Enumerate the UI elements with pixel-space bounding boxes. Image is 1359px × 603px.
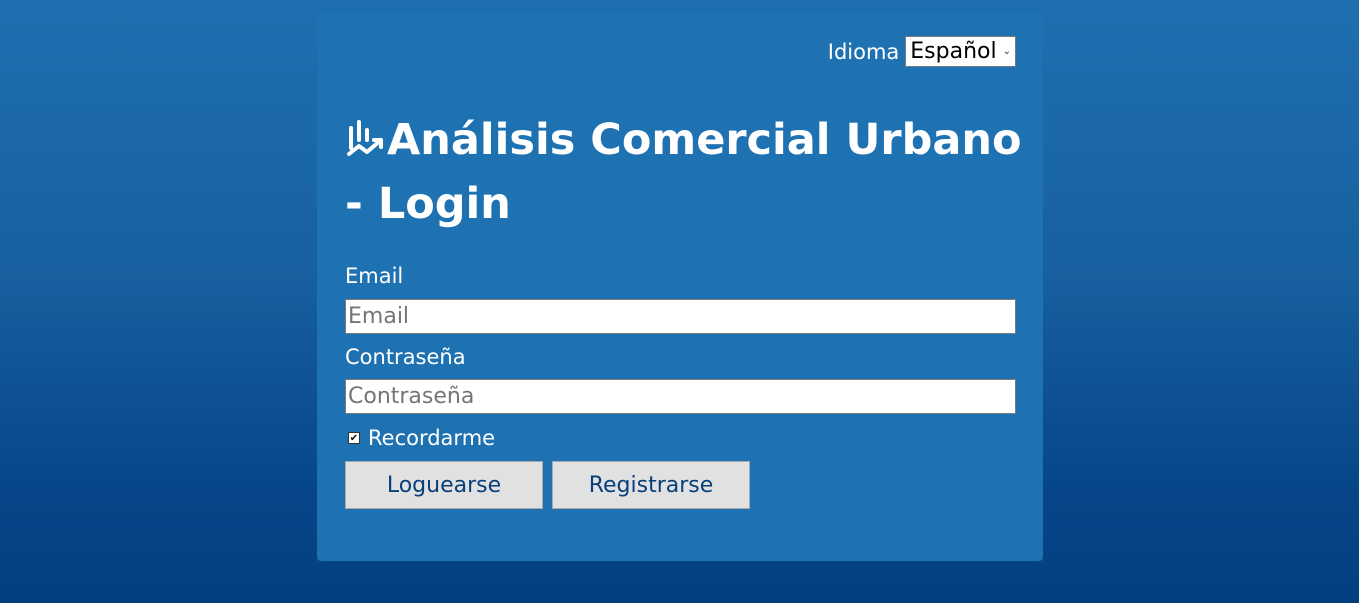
language-selector-row: Idioma Español ⌄ [828, 36, 1016, 67]
language-select-value: Español [910, 39, 997, 64]
email-field[interactable] [345, 299, 1016, 334]
login-button[interactable]: Loguearse [345, 461, 543, 509]
remember-me-row: ✔ Recordarme [348, 426, 495, 450]
page-title-text: Análisis Comercial Urbano - Login [345, 115, 1022, 229]
page-title: Análisis Comercial Urbano - Login [345, 108, 1035, 236]
password-label: Contraseña [345, 345, 466, 369]
chevron-down-icon: ⌄ [1002, 46, 1011, 57]
language-label: Idioma [827, 39, 900, 64]
login-card: Idioma Español ⌄ Análisis Comercial Urba… [317, 12, 1043, 561]
remember-me-label: Recordarme [368, 426, 496, 450]
chart-trend-icon [347, 120, 383, 156]
language-select[interactable]: Español ⌄ [905, 36, 1016, 67]
remember-me-checkbox[interactable]: ✔ [348, 432, 360, 444]
register-button[interactable]: Registrarse [552, 461, 750, 509]
password-field[interactable] [345, 379, 1016, 414]
email-label: Email [345, 264, 404, 288]
